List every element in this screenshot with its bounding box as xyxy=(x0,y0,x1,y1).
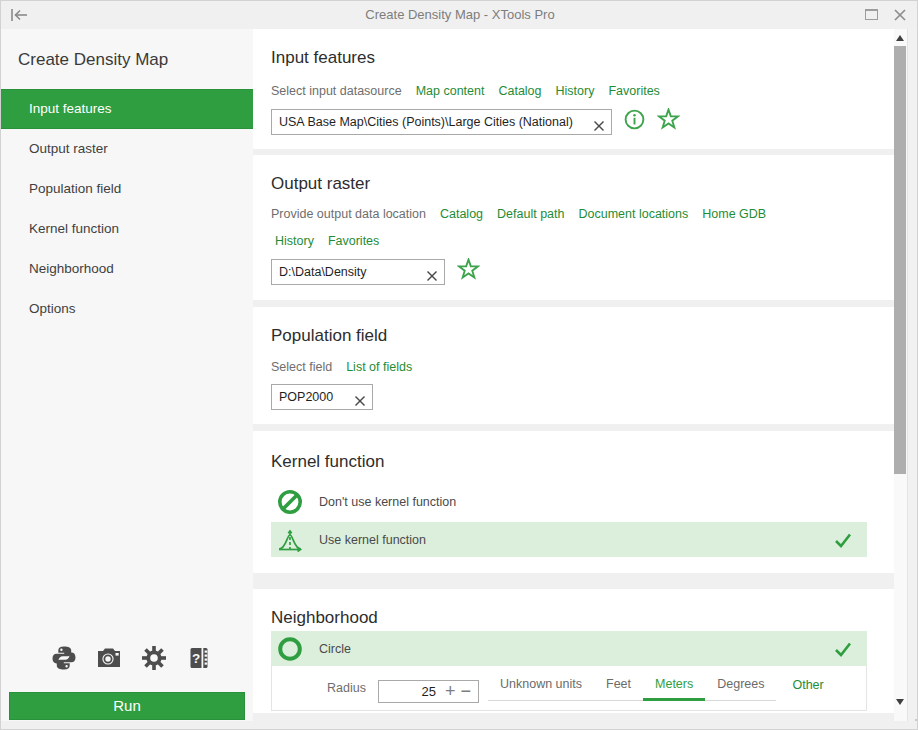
dialog-title: Create Density Map xyxy=(18,50,168,70)
input-datasource-label: Select input datasource xyxy=(271,84,402,98)
sidebar-item-output-raster[interactable]: Output raster xyxy=(1,129,253,169)
close-button[interactable] xyxy=(893,8,907,22)
link-default-path[interactable]: Default path xyxy=(497,207,564,221)
option-use-kernel[interactable]: Use kernel function xyxy=(271,522,867,557)
snapshot-icon[interactable] xyxy=(96,645,122,671)
link-catalog[interactable]: Catalog xyxy=(498,84,541,98)
link-favorites[interactable]: Favorites xyxy=(608,84,659,98)
check-icon xyxy=(833,530,853,550)
no-kernel-icon xyxy=(277,489,303,515)
python-icon[interactable] xyxy=(51,645,77,671)
circle-shape-icon xyxy=(277,636,303,662)
scroll-down-icon[interactable] xyxy=(896,699,904,705)
section-title: Neighborhood xyxy=(271,608,378,628)
section-input-features: Input features Select input datasource M… xyxy=(253,29,894,149)
maximize-button[interactable] xyxy=(865,9,878,20)
sidebar-item-population-field[interactable]: Population field xyxy=(1,169,253,209)
scroll-up-icon[interactable] xyxy=(896,35,904,41)
radius-label: Radius xyxy=(327,681,366,695)
link-other-units[interactable]: Other xyxy=(776,678,823,701)
clear-icon[interactable] xyxy=(355,392,365,402)
kernel-curve-icon xyxy=(277,527,303,553)
radius-settings-row: Radius 25 + − Unknown units Feet Meters … xyxy=(271,666,867,711)
section-kernel-function: Kernel function Don't use kernel functio… xyxy=(253,431,894,573)
section-title: Population field xyxy=(271,326,387,346)
sidebar-nav: Input features Output raster Population … xyxy=(1,89,253,329)
link-map-content[interactable]: Map content xyxy=(416,84,485,98)
option-circle[interactable]: Circle xyxy=(271,631,867,666)
content-panel: Input features Select input datasource M… xyxy=(253,29,894,730)
run-button[interactable]: Run xyxy=(9,692,245,720)
section-title: Output raster xyxy=(271,174,370,194)
info-icon[interactable] xyxy=(624,109,645,134)
sidebar-item-options[interactable]: Options xyxy=(1,289,253,329)
unit-degrees[interactable]: Degrees xyxy=(705,677,776,701)
section-title: Kernel function xyxy=(271,452,384,472)
output-location-label: Provide output data location xyxy=(271,207,426,221)
section-title: Input features xyxy=(271,48,375,68)
scrollbar-thumb[interactable] xyxy=(894,46,906,474)
link-home-gdb[interactable]: Home GDB xyxy=(702,207,766,221)
link-favorites[interactable]: Favorites xyxy=(328,234,379,248)
svg-text:?: ? xyxy=(192,651,200,666)
link-document-locations[interactable]: Document locations xyxy=(578,207,688,221)
window-title: Create Density Map - XTools Pro xyxy=(1,1,918,29)
favorite-star-icon[interactable] xyxy=(457,258,480,285)
units-tabs: Unknown units Feet Meters Degrees Other xyxy=(488,677,824,701)
output-location-field[interactable]: D:\Data\Density xyxy=(271,259,445,285)
favorite-star-icon[interactable] xyxy=(657,108,680,135)
section-population-field: Population field Select field List of fi… xyxy=(253,307,894,424)
population-field-input[interactable]: POP2000 xyxy=(271,384,373,410)
unit-unknown[interactable]: Unknown units xyxy=(488,677,594,701)
title-bar: Create Density Map - XTools Pro xyxy=(1,1,918,29)
sidebar: Create Density Map Input features Output… xyxy=(1,29,253,730)
select-field-label: Select field xyxy=(271,360,332,374)
check-icon xyxy=(833,639,853,659)
unit-feet[interactable]: Feet xyxy=(594,677,643,701)
section-neighborhood: Neighborhood Circle Radius 25 + − Unknow… xyxy=(253,589,894,713)
unit-meters[interactable]: Meters xyxy=(643,677,705,701)
section-output-raster: Output raster Provide output data locati… xyxy=(253,155,894,300)
link-list-of-fields[interactable]: List of fields xyxy=(346,360,412,374)
link-history[interactable]: History xyxy=(275,234,314,248)
link-catalog[interactable]: Catalog xyxy=(440,207,483,221)
sidebar-item-input-features[interactable]: Input features xyxy=(1,89,253,129)
decrement-icon[interactable]: − xyxy=(460,682,471,701)
input-datasource-field[interactable]: USA Base Map\Cities (Points)\Large Citie… xyxy=(271,109,612,135)
sidebar-tools: ? xyxy=(51,645,212,671)
window-frame-right xyxy=(907,29,918,730)
radius-input[interactable]: 25 + − xyxy=(378,680,479,703)
settings-icon[interactable] xyxy=(141,645,167,671)
clear-icon[interactable] xyxy=(594,117,604,127)
clear-icon[interactable] xyxy=(427,267,437,277)
increment-icon[interactable]: + xyxy=(445,682,456,701)
link-history[interactable]: History xyxy=(556,84,595,98)
option-dont-use-kernel[interactable]: Don't use kernel function xyxy=(271,486,867,518)
window-frame-bottom xyxy=(1,721,918,730)
sidebar-item-kernel-function[interactable]: Kernel function xyxy=(1,209,253,249)
sidebar-item-neighborhood[interactable]: Neighborhood xyxy=(1,249,253,289)
scrollbar[interactable] xyxy=(894,29,907,730)
help-icon[interactable]: ? xyxy=(186,645,212,671)
